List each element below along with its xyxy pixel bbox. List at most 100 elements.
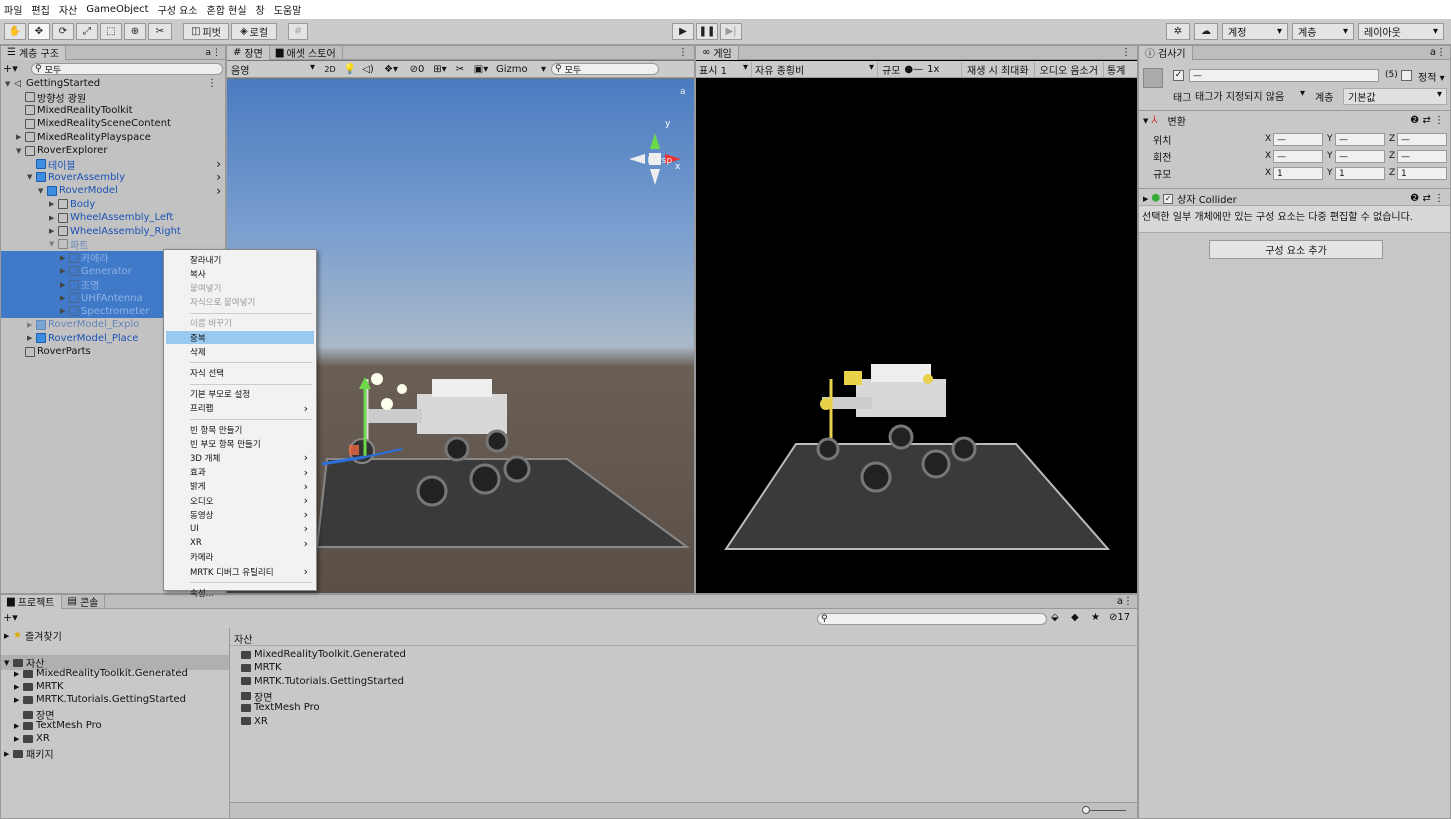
transform-header[interactable]: ▼ ⅄ 변환 ❷ ⇄ ⋮ [1143, 113, 1448, 128]
hierarchy-row[interactable]: MixedRealityToolkit [1, 104, 225, 117]
custom-tool-icon[interactable]: ✂ [148, 23, 172, 40]
context-menu-item[interactable]: 빈 부모 항목 만들기 [166, 437, 314, 450]
chevron-right-icon[interactable]: ▶ [14, 696, 23, 704]
transform-tool-icon[interactable]: ⊕ [124, 23, 146, 40]
layers-dropdown[interactable]: 계층 ▾ [1292, 23, 1354, 40]
account-dropdown[interactable]: 계정 ▾ [1222, 23, 1288, 40]
hidden-packages-icon[interactable]: ⊘17 [1109, 612, 1130, 623]
menu-item[interactable]: 구성 요소 [158, 2, 198, 17]
chevron-right-icon[interactable]: ▶ [27, 334, 36, 342]
scale-slider[interactable]: 규모 ●— 1x [878, 61, 962, 77]
chevron-down-icon[interactable]: ▼ [16, 147, 25, 155]
asset-item[interactable]: XR [241, 716, 268, 727]
hierarchy-row[interactable]: ▶ WheelAssembly_Right [1, 224, 225, 237]
hierarchy-search-input[interactable]: ⚲ 모두 [31, 63, 223, 76]
open-prefab-icon[interactable]: › [216, 184, 221, 198]
pos-x-input[interactable]: — [1273, 133, 1323, 146]
hierarchy-row[interactable]: MixedRealitySceneContent [1, 117, 225, 130]
open-prefab-icon[interactable]: › [216, 170, 221, 184]
favorite-filter-icon[interactable]: ★ [1091, 612, 1100, 623]
maximize-toggle[interactable]: 재생 시 최대화 [962, 61, 1035, 77]
rot-y-input[interactable]: — [1335, 150, 1385, 163]
chevron-right-icon[interactable]: ▶ [16, 133, 25, 141]
create-button[interactable]: +▾ [3, 611, 18, 624]
asset-item[interactable]: TextMesh Pro [241, 702, 320, 713]
mode-2d-button[interactable]: 2D [319, 65, 341, 74]
hand-tool-icon[interactable]: ✋ [4, 23, 26, 40]
chevron-down-icon[interactable]: ▼ [4, 659, 13, 667]
context-menu-item[interactable]: 밝게 › [166, 480, 314, 493]
context-menu-item[interactable]: 복사 [166, 267, 314, 280]
pos-y-input[interactable]: — [1335, 133, 1385, 146]
chevron-right-icon[interactable]: ▶ [4, 750, 13, 758]
context-menu-item[interactable]: XR › [166, 537, 314, 550]
hierarchy-row[interactable]: ▼ RoverExplorer [1, 144, 225, 157]
menu-item[interactable]: 자산 [59, 2, 77, 17]
menu-item[interactable]: 파일 [4, 2, 22, 17]
context-menu-item[interactable]: 붙여넣기 [166, 281, 314, 294]
layout-dropdown[interactable]: 레이아웃 ▾ [1358, 23, 1444, 40]
context-menu-item[interactable]: MRTK 디버그 유틸리티 › [166, 565, 314, 578]
project-tree-item[interactable]: ▶ MRTK.Tutorials.GettingStarted [14, 694, 228, 705]
menu-item[interactable]: 편집 [31, 2, 49, 17]
chevron-down-icon[interactable]: ▼ [38, 187, 47, 195]
context-menu-item[interactable]: 자식으로 붙여넣기 [166, 296, 314, 309]
add-component-button[interactable]: 구성 요소 추가 [1209, 240, 1383, 259]
rot-z-input[interactable]: — [1397, 150, 1447, 163]
static-checkbox[interactable] [1401, 70, 1412, 81]
camera-icon[interactable]: ▣▾ [469, 64, 493, 75]
asset-item[interactable]: MixedRealityToolkit.Generated [241, 649, 406, 660]
object-name-input[interactable]: — [1189, 69, 1379, 82]
project-tree-item[interactable]: ▶ TextMesh Pro [14, 720, 228, 731]
project-breadcrumb[interactable]: 자산 [234, 631, 252, 646]
grid-toggle-icon[interactable]: ⊞▾ [429, 64, 451, 75]
tab-asset-store[interactable]: ▆ 애셋 스토어 [270, 45, 343, 60]
context-menu-item[interactable]: 자식 선택 [166, 366, 314, 379]
chevron-right-icon[interactable]: ▶ [27, 321, 36, 329]
chevron-down-icon[interactable]: ▼ [49, 240, 58, 248]
scale-tool-icon[interactable]: ⤢ [76, 23, 98, 40]
context-menu-item[interactable]: 이름 바꾸기 [166, 317, 314, 330]
persp-label[interactable]: < Persp [637, 156, 672, 166]
chevron-right-icon[interactable]: ▶ [60, 254, 69, 262]
context-menu-item[interactable]: 속성... [166, 586, 314, 599]
tag-dropdown[interactable]: 태그가 지정되지 않음 ▾ [1195, 88, 1305, 103]
context-menu-item[interactable]: 빈 항목 만들기 [166, 423, 314, 436]
menu-item[interactable]: 창 [256, 2, 265, 17]
chevron-right-icon[interactable]: ▶ [14, 683, 23, 691]
cloud-icon[interactable]: ☁ [1194, 23, 1218, 40]
gizmo-dropdown[interactable]: Gizmo ▾ [493, 64, 549, 75]
context-menu-item[interactable]: 프리팹 › [166, 402, 314, 415]
context-menu-item[interactable]: 카메라 [166, 551, 314, 564]
tab-console[interactable]: ▤ 콘솔 [62, 594, 106, 609]
hierarchy-row[interactable]: ▶ WheelAssembly_Left [1, 211, 225, 224]
collider-header[interactable]: ▶ ⬢ ✓ 상자 Collider ❷ ⇄ ⋮ [1143, 191, 1448, 206]
chevron-right-icon[interactable]: ▶ [14, 722, 23, 730]
chevron-right-icon[interactable]: ▶ [49, 214, 58, 222]
mute-toggle[interactable]: 오디오 음소거 [1035, 61, 1104, 77]
more-icon[interactable]: ⋮ [212, 48, 221, 58]
context-menu-item[interactable]: 삭제 [166, 345, 314, 358]
more-icon[interactable]: ⋮ [1121, 47, 1131, 58]
add-button[interactable]: +▾ [3, 62, 18, 75]
more-icon[interactable]: ⋮ [678, 47, 688, 58]
context-menu-item[interactable]: 기본 부모로 설정 [166, 388, 314, 401]
layer-dropdown[interactable]: 기본값 ▾ [1343, 88, 1447, 105]
chevron-right-icon[interactable]: ▶ [60, 267, 69, 275]
open-prefab-icon[interactable]: › [216, 157, 221, 171]
move-tool-icon[interactable]: ✥ [28, 23, 50, 40]
filter-type-icon[interactable]: ⬙ [1051, 612, 1059, 623]
static-dropdown[interactable]: 정적 ▾ [1418, 69, 1445, 84]
lighting-icon[interactable]: 💡 [341, 64, 359, 75]
pause-button[interactable]: ❚❚ [696, 23, 718, 40]
hierarchy-row[interactable]: ▶ MixedRealityPlayspace [1, 131, 225, 144]
pivot-toggle[interactable]: ◫ 피벗 [183, 23, 229, 40]
tab-game[interactable]: ∞ 게임 [696, 45, 739, 60]
hierarchy-row[interactable]: ▼ RoverModel › [1, 184, 225, 198]
more-icon[interactable]: ⋮ [1123, 596, 1133, 607]
aspect-dropdown[interactable]: 자유 종횡비 ▾ [752, 61, 878, 77]
project-tree-item[interactable]: ▶ MixedRealityToolkit.Generated [14, 668, 228, 679]
tab-project[interactable]: ▆ 프로젝트 [1, 594, 62, 609]
lock-icon[interactable]: a [205, 48, 211, 58]
project-tree-item[interactable]: ▶ MRTK [14, 681, 228, 692]
